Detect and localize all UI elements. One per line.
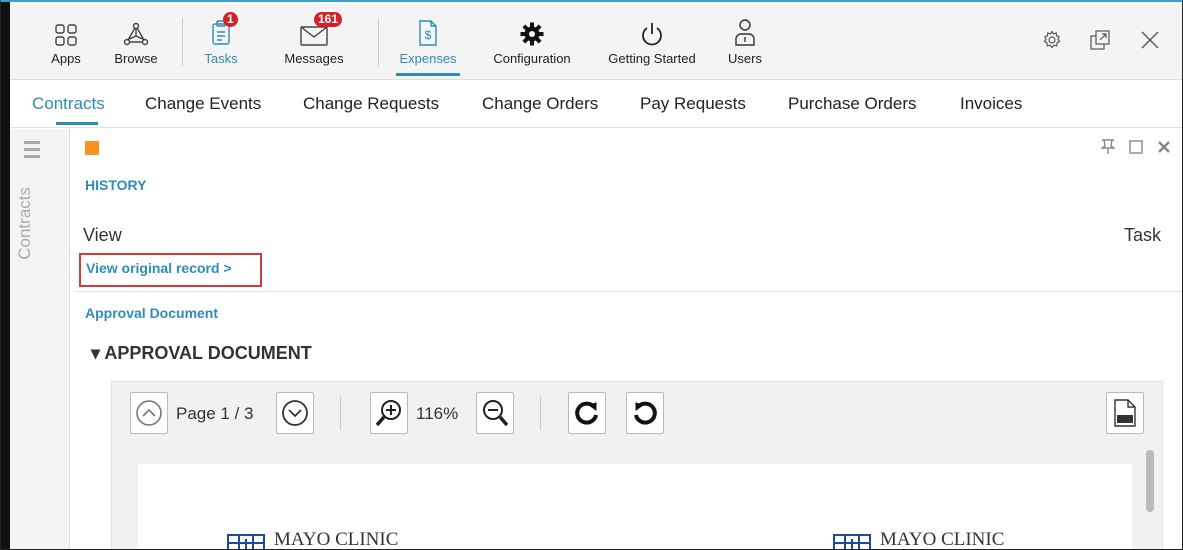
- pdf-viewer: Page 1 / 3 116% PDF MAYO CLINIC MAYO CLI…: [111, 381, 1163, 550]
- users-button[interactable]: Users: [722, 4, 768, 80]
- tasks-clipboard-icon: 1: [211, 4, 238, 48]
- previous-page-button[interactable]: [130, 392, 168, 434]
- tab-pay-requests[interactable]: Pay Requests: [640, 94, 746, 114]
- expenses-button[interactable]: $ Expenses: [392, 4, 464, 80]
- svg-text:$: $: [425, 28, 432, 42]
- top-toolbar: Apps Browse 1 Tasks 161 Messages $ Expen…: [10, 4, 1182, 80]
- download-pdf-button[interactable]: PDF: [1106, 392, 1144, 434]
- user-icon: [734, 4, 756, 48]
- apps-label: Apps: [51, 51, 81, 66]
- next-page-button[interactable]: [276, 392, 314, 434]
- messages-badge: 161: [314, 12, 343, 27]
- zoom-out-icon: [483, 400, 509, 427]
- configuration-label: Configuration: [493, 51, 571, 66]
- tab-change-orders[interactable]: Change Orders: [482, 94, 598, 114]
- active-tab-indicator: [56, 122, 98, 125]
- document-logo-right: MAYO CLINIC: [832, 529, 1005, 550]
- document-logo-left: MAYO CLINIC: [226, 529, 399, 550]
- configuration-button[interactable]: Configuration: [484, 4, 580, 80]
- view-label: View: [83, 225, 122, 245]
- view-original-record-text: View original record >: [86, 260, 232, 276]
- pdf-file-icon: PDF: [1114, 399, 1136, 427]
- pdf-page: MAYO CLINIC MAYO CLINIC: [138, 464, 1132, 550]
- approval-document-section-toggle[interactable]: ▾ APPROVAL DOCUMENT: [91, 343, 312, 364]
- zoom-out-button[interactable]: [476, 392, 514, 434]
- tab-change-events[interactable]: Change Events: [145, 94, 261, 114]
- power-icon: [641, 4, 663, 48]
- svg-text:PDF: PDF: [1119, 418, 1131, 424]
- pin-icon[interactable]: [1099, 139, 1117, 160]
- close-panel-icon[interactable]: [1157, 140, 1171, 159]
- rotate-clockwise-icon: [575, 401, 598, 425]
- tab-change-requests[interactable]: Change Requests: [303, 94, 439, 114]
- panel-controls: [1099, 139, 1171, 160]
- mayo-clinic-shield-icon: [227, 534, 265, 549]
- expenses-label: Expenses: [399, 51, 457, 66]
- page-indicator: Page 1 / 3: [176, 404, 254, 423]
- apps-grid-icon: [55, 4, 77, 48]
- zoom-level: 116%: [416, 404, 459, 423]
- app-window: Apps Browse 1 Tasks 161 Messages $ Expen…: [0, 0, 1183, 550]
- tab-invoices[interactable]: Invoices: [960, 94, 1022, 114]
- close-icon[interactable]: [1140, 30, 1160, 55]
- status-indicator: [85, 141, 99, 155]
- viewer-divider: [540, 396, 541, 430]
- getting-started-button[interactable]: Getting Started: [602, 4, 702, 80]
- browse-button[interactable]: Browse: [108, 4, 164, 80]
- module-tabs: Contracts Change Events Change Requests …: [10, 82, 1182, 128]
- rotate-clockwise-button[interactable]: [568, 392, 606, 434]
- popout-window-icon[interactable]: [1090, 30, 1110, 55]
- viewer-divider: [340, 396, 341, 430]
- task-label: Task: [1123, 225, 1161, 245]
- record-panel: HISTORY View Task View original record >…: [71, 129, 1182, 550]
- view-original-record-link[interactable]: View original record >: [79, 253, 262, 287]
- browse-label: Browse: [114, 51, 158, 66]
- window-edge: [1, 2, 10, 549]
- chevron-up-circle-icon: [136, 400, 162, 426]
- mayo-clinic-shield-icon: [833, 534, 871, 549]
- side-rail-label: Contracts: [15, 187, 34, 260]
- tasks-badge: 1: [223, 12, 238, 27]
- side-rail: Contracts: [10, 129, 70, 549]
- zoom-in-button[interactable]: [370, 392, 408, 434]
- zoom-in-icon: [375, 400, 401, 427]
- expenses-dollar-doc-icon: $: [418, 4, 438, 48]
- rotate-counterclockwise-icon: [634, 401, 657, 425]
- settings-gear-icon[interactable]: [1042, 30, 1062, 55]
- tab-contracts[interactable]: Contracts: [32, 94, 105, 114]
- approval-document-link[interactable]: Approval Document: [85, 305, 218, 321]
- gear-icon: [520, 4, 544, 48]
- history-heading: HISTORY: [85, 177, 147, 193]
- rotate-counterclockwise-button[interactable]: [626, 392, 664, 434]
- viewer-scrollbar[interactable]: [1146, 450, 1154, 512]
- hamburger-menu-icon[interactable]: [24, 141, 40, 162]
- messages-envelope-icon: 161: [300, 4, 343, 48]
- toolbar-divider: [182, 18, 183, 66]
- logo-text-right: MAYO CLINIC: [880, 529, 1005, 550]
- messages-label: Messages: [284, 51, 344, 66]
- tab-purchase-orders[interactable]: Purchase Orders: [788, 94, 917, 114]
- tasks-button[interactable]: 1 Tasks: [196, 4, 246, 80]
- apps-button[interactable]: Apps: [40, 4, 92, 80]
- logo-text-left: MAYO CLINIC: [274, 529, 399, 550]
- browse-network-icon: [123, 4, 149, 48]
- tasks-label: Tasks: [204, 51, 238, 66]
- users-label: Users: [728, 51, 762, 66]
- toolbar-divider: [378, 18, 379, 66]
- getting-started-label: Getting Started: [608, 51, 696, 66]
- chevron-down-circle-icon: [282, 400, 308, 426]
- maximize-icon[interactable]: [1129, 140, 1143, 159]
- divider: [75, 291, 1182, 292]
- messages-button[interactable]: 161 Messages: [278, 4, 350, 80]
